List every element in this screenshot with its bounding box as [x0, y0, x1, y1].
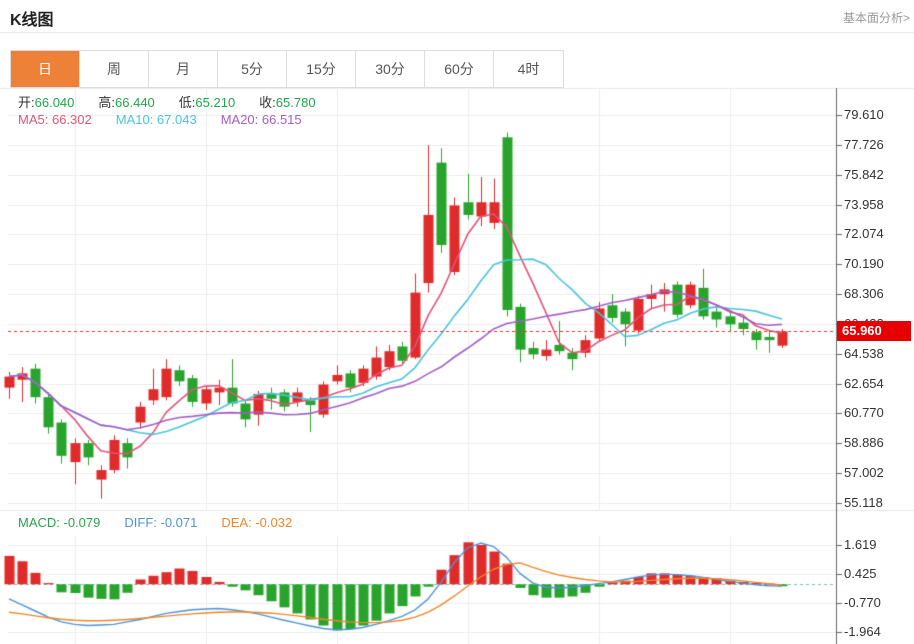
y-axis-tick: 1.619 [844, 537, 877, 552]
y-axis-tick: -0.770 [844, 594, 881, 610]
y-axis-tick: 58.886 [844, 435, 884, 451]
tab-月[interactable]: 月 [149, 51, 218, 87]
tab-日[interactable]: 日 [11, 51, 80, 87]
close-value: 收:65.780 [259, 95, 316, 110]
y-axis-tick: 77.726 [844, 136, 884, 152]
macd-legend-row: MACD: -0.079 DIFF: -0.071 DEA: -0.032 [18, 515, 316, 530]
widget-header: K线图 基本面分析> [0, 0, 914, 33]
tab-30分[interactable]: 30分 [356, 51, 425, 87]
low-value: 低:65.210 [178, 95, 236, 110]
ma10-value: MA10: 67.043 [115, 112, 197, 127]
fundamental-analysis-link[interactable]: 基本面分析> [843, 9, 910, 26]
y-axis-tick: 72.074 [844, 226, 884, 242]
tab-5分[interactable]: 5分 [218, 51, 287, 87]
period-tabs: 日周月 5分 15分 30分 60分 4时 [10, 50, 564, 88]
page-title: K线图 [10, 12, 54, 29]
kline-widget: K线图 基本面分析> 日周月 5分 15分 30分 60分 4时 开:66.040 高:6… [0, 0, 914, 644]
current-price-badge: 65.960 [837, 321, 911, 342]
tab-15分[interactable]: 15分 [287, 51, 356, 87]
ma5-value: MA5: 66.302 [18, 112, 92, 127]
y-axis-tick: 0.425 [844, 565, 877, 581]
ohlc-row: 开:66.040 高:66.440 低:65.210 收:65.780 [18, 92, 340, 111]
diff-value: DIFF: -0.071 [124, 515, 198, 530]
tab-4时[interactable]: 4时 [494, 51, 563, 87]
y-axis-tick: 62.654 [844, 375, 884, 391]
y-axis-tick: 73.958 [844, 196, 884, 212]
y-axis-tick: 75.842 [844, 166, 884, 182]
tab-周[interactable]: 周 [80, 51, 149, 87]
y-axis-tick: 64.538 [844, 345, 884, 361]
y-axis-tick: -1.964 [844, 623, 881, 639]
ma-legend-row: MA5: 66.302 MA10: 67.043 MA20: 66.515 [18, 112, 326, 127]
tab-60分[interactable]: 60分 [425, 51, 494, 87]
y-axis-tick: 79.610 [844, 106, 884, 122]
dea-value: DEA: -0.032 [221, 515, 293, 530]
y-axis-tick: 70.190 [844, 256, 884, 272]
y-axis-tick: 55.118 [844, 495, 883, 511]
macd-value: MACD: -0.079 [18, 515, 101, 530]
y-axis-tick: 57.002 [844, 465, 884, 481]
high-value: 高:66.440 [98, 95, 155, 110]
y-axis-tick: 60.770 [844, 405, 884, 421]
ma20-value: MA20: 66.515 [220, 112, 302, 127]
open-value: 开:66.040 [18, 95, 75, 110]
y-axis-tick: 68.306 [844, 286, 884, 302]
